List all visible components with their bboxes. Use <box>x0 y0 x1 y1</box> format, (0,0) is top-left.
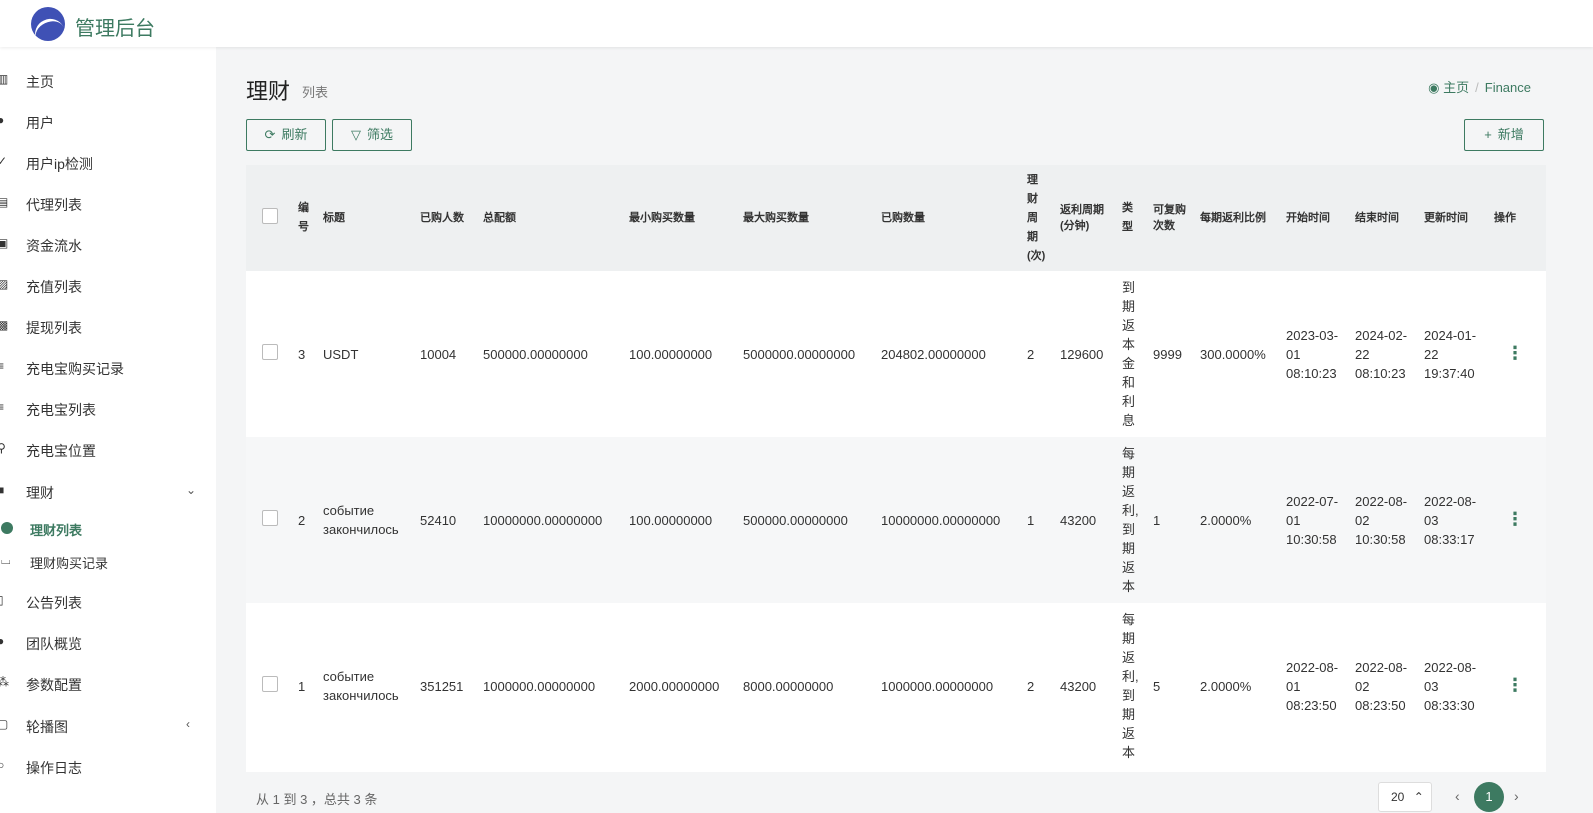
filter-icon: ▽ <box>350 127 361 142</box>
page-title: 理财 <box>246 79 291 104</box>
sidebar-item-recharge[interactable]: ▨ 充值列表 <box>0 271 216 301</box>
sidebar-item-users[interactable]: ● 用户 <box>0 107 216 137</box>
column-header: 已购人数 <box>420 212 464 224</box>
refresh-button[interactable]: ⟳ 刷新 <box>246 119 326 151</box>
recharge-icon: ▨ <box>0 277 9 291</box>
table-row: 1 событие закончилось 351251 1000000.000… <box>246 603 1546 769</box>
row-checkbox[interactable] <box>262 675 278 692</box>
sidebar-item-home[interactable]: ▥ 主页 <box>0 66 216 96</box>
history-icon: ○ <box>0 758 5 772</box>
column-header: 更新时间 <box>1424 212 1468 224</box>
column-header: 已购数量 <box>881 212 925 224</box>
file-icon: ▯ <box>0 593 4 607</box>
sidebar-item-agents[interactable]: ▤ 代理列表 <box>0 189 216 219</box>
money-icon: ▣ <box>0 236 9 250</box>
users-icon: ● <box>0 634 5 648</box>
bars-icon: ≡ <box>0 359 5 373</box>
table-header: 编号 标题 已购人数 总配额 最小购买数量 最大购买数量 已购数量 理财周期(次… <box>246 165 1546 271</box>
page-current-button[interactable]: 1 <box>1474 782 1504 812</box>
chevron-down-icon: ⌄ <box>186 483 197 497</box>
logo-icon <box>31 7 65 41</box>
row-checkbox[interactable] <box>262 509 278 526</box>
column-header: 总配额 <box>483 212 516 224</box>
column-header: 返利周期(分钟) <box>1060 204 1104 232</box>
column-header: 每期返利比例 <box>1200 212 1266 224</box>
list-icon: ▤ <box>0 195 9 209</box>
sidebar-item-team-overview[interactable]: ● 团队概览 <box>0 628 216 658</box>
circle-icon <box>1 522 13 534</box>
sidebar-item-finance-purchases[interactable]: ⌴ 理财购买记录 <box>0 547 216 577</box>
column-header: 可复购次数 <box>1153 204 1186 232</box>
sidebar-item-finance-list[interactable]: 理财列表 <box>0 514 216 544</box>
breadcrumb-current: Finance <box>1484 80 1531 95</box>
sitemap-icon: ⁂ <box>0 675 9 689</box>
sidebar: ▥ 主页 ● 用户 ✓ 用户ip检测 ▤ 代理列表 ▣ 资金流水 ▨ 充值列表 … <box>0 47 216 813</box>
filter-button[interactable]: ▽ 筛选 <box>332 119 412 151</box>
sidebar-item-withdraw[interactable]: ▩ 提现列表 <box>0 312 216 342</box>
prev-page-icon[interactable]: ‹ <box>1455 788 1460 804</box>
column-header: 开始时间 <box>1286 212 1330 224</box>
bath-icon: ⌴ <box>1 553 11 567</box>
column-header: 编号 <box>298 202 309 233</box>
sidebar-item-powerbank-purchases[interactable]: ≡ 充电宝购买记录 <box>0 353 216 383</box>
refresh-icon: ⟳ <box>264 127 276 142</box>
sidebar-item-finance[interactable]: ■ 理财 ⌄ <box>0 477 216 507</box>
column-header: 标题 <box>323 212 345 224</box>
withdraw-icon: ▩ <box>0 318 9 332</box>
column-header: 最小购买数量 <box>629 212 695 224</box>
add-button[interactable]: + 新增 <box>1464 119 1544 151</box>
row-actions-icon[interactable]: ⋮ <box>1506 343 1524 363</box>
breadcrumb: ◉ 主页 / Finance <box>1428 80 1531 95</box>
top-bar: 管理后台 <box>0 0 1593 47</box>
main-content: 理财 列表 ◉ 主页 / Finance ⟳ 刷新 ▽ 筛选 + 新增 编号 标题 已购人… <box>216 47 1593 813</box>
select-all-checkbox[interactable] <box>262 207 278 224</box>
sidebar-item-fund-flow[interactable]: ▣ 资金流水 <box>0 230 216 260</box>
brand-title: 管理后台 <box>75 18 155 40</box>
page-size-select[interactable]: 20 ⌃ <box>1378 782 1432 812</box>
page-subtitle: 列表 <box>302 85 329 100</box>
chevron-up-icon: ⌃ <box>1413 790 1424 804</box>
plus-icon: + <box>1484 127 1492 142</box>
column-header: 类型 <box>1122 202 1133 233</box>
table-row: 2 событие закончилось 52410 10000000.000… <box>246 437 1546 603</box>
bars-icon: ≡ <box>0 400 5 414</box>
sidebar-item-announcements[interactable]: ▯ 公告列表 <box>0 587 216 617</box>
next-page-icon[interactable]: › <box>1514 788 1519 804</box>
image-icon: ▢ <box>0 717 9 731</box>
bar-chart-icon: ▥ <box>0 72 9 86</box>
sidebar-item-settings[interactable]: ⁂ 参数配置 <box>0 669 216 699</box>
row-actions-icon[interactable]: ⋮ <box>1506 509 1524 529</box>
column-header: 最大购买数量 <box>743 212 809 224</box>
sidebar-item-carousel[interactable]: ▢ 轮播图 ‹ <box>0 711 216 741</box>
pagination-summary: 从 1 到 3 ，总共 3 条 <box>256 792 378 807</box>
dashboard-icon: ◉ <box>1428 80 1444 95</box>
chevron-left-icon: ‹ <box>186 717 190 731</box>
column-header: 操作 <box>1494 212 1516 224</box>
sidebar-item-user-ip-check[interactable]: ✓ 用户ip检测 <box>0 148 216 178</box>
table-row: 3 USDT 10004 500000.00000000 100.0000000… <box>246 271 1546 437</box>
row-actions-icon[interactable]: ⋮ <box>1506 675 1524 695</box>
location-icon: ⚲ <box>0 441 6 455</box>
sidebar-item-powerbank-list[interactable]: ≡ 充电宝列表 <box>0 394 216 424</box>
row-checkbox[interactable] <box>262 343 278 360</box>
check-icon: ✓ <box>0 154 8 168</box>
breadcrumb-home[interactable]: 主页 <box>1443 80 1469 95</box>
finance-table: 编号 标题 已购人数 总配额 最小购买数量 最大购买数量 已购数量 理财周期(次… <box>246 165 1546 772</box>
sidebar-item-powerbank-location[interactable]: ⚲ 充电宝位置 <box>0 435 216 465</box>
column-header: 结束时间 <box>1355 212 1399 224</box>
sidebar-item-operation-log[interactable]: ○ 操作日志 <box>0 752 216 782</box>
column-header: 理财周期(次) <box>1027 173 1046 262</box>
user-icon: ● <box>0 113 5 127</box>
folder-icon: ■ <box>0 483 5 497</box>
